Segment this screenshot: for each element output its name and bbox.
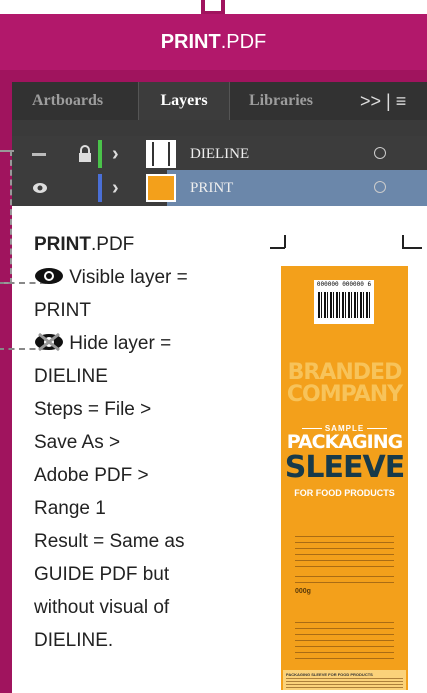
result-line: GUIDE PDF but	[34, 564, 170, 585]
steps-line: Range 1	[34, 498, 106, 519]
eye-icon	[33, 183, 47, 193]
crop-mark	[402, 247, 422, 249]
target-circle-icon[interactable]	[374, 181, 386, 193]
layer-name[interactable]: PRINT	[190, 170, 233, 206]
subtitle: FOR FOOD PRODUCTS	[294, 488, 395, 498]
crop-mark	[284, 235, 286, 248]
print-preview-sleeve: 000000 000000 6 BRANDED COMPANY SAMPLE P…	[281, 266, 408, 690]
section-banner: PRINT .PDF	[0, 14, 427, 70]
top-connector	[201, 0, 225, 15]
visible-layer-line: Visible layer =	[34, 261, 264, 294]
banner-filename-bold: PRINT	[160, 30, 221, 53]
chevron-right-icon[interactable]: ›	[112, 136, 119, 172]
connector-visible	[0, 150, 12, 284]
layer-thumbnail	[146, 174, 176, 202]
chevron-right-icon[interactable]: ›	[112, 170, 119, 206]
hidden-eye-icon	[35, 332, 63, 352]
visibility-toggle[interactable]	[32, 170, 68, 206]
crop-mark	[270, 247, 285, 249]
footer-panel: PACKAGING SLEEVE FOR FOOD PRODUCTS	[283, 670, 406, 690]
tab-layers[interactable]: Layers	[138, 82, 230, 120]
layer-row-print[interactable]: › PRINT	[12, 170, 427, 206]
layer-row-dieline[interactable]: › DIELINE	[12, 136, 427, 172]
steps-line: Save As >	[34, 432, 121, 453]
tab-libraries[interactable]: Libraries	[249, 82, 313, 120]
layer-color-strip	[98, 140, 102, 168]
visibility-toggle[interactable]	[32, 136, 68, 172]
fine-print	[295, 536, 394, 570]
visible-layer-value: PRINT	[34, 300, 91, 321]
weight-label: 000g	[295, 588, 311, 595]
target-circle-icon[interactable]	[374, 147, 386, 159]
hide-layer-value: DIELINE	[34, 366, 108, 387]
steps-line: Adobe PDF >	[34, 465, 149, 486]
result-line: DIELINE.	[34, 630, 114, 651]
hide-layer-line: Hide layer =	[34, 327, 264, 360]
result-line: without visual of	[34, 597, 170, 618]
layer-thumbnail	[146, 140, 176, 168]
eye-icon	[35, 268, 63, 284]
brand-name: BRANDED COMPANY	[286, 360, 403, 407]
instructions-text: PRINT.PDF Visible layer = PRINT Hide lay…	[34, 228, 264, 657]
banner-filename-ext: .PDF	[220, 30, 267, 53]
layer-name[interactable]: DIELINE	[190, 136, 249, 172]
layer-color-strip	[98, 174, 102, 202]
file-name: PRINT.PDF	[34, 234, 135, 255]
tab-artboards[interactable]: Artboards	[32, 82, 103, 120]
steps-line: Steps = File >	[34, 399, 152, 420]
barcode: 000000 000000 6	[314, 280, 374, 324]
panel-menu-button[interactable]: >> | ≡	[360, 82, 406, 120]
result-line: Result = Same as	[34, 531, 185, 552]
title-sleeve: SLEEVE	[284, 450, 405, 485]
